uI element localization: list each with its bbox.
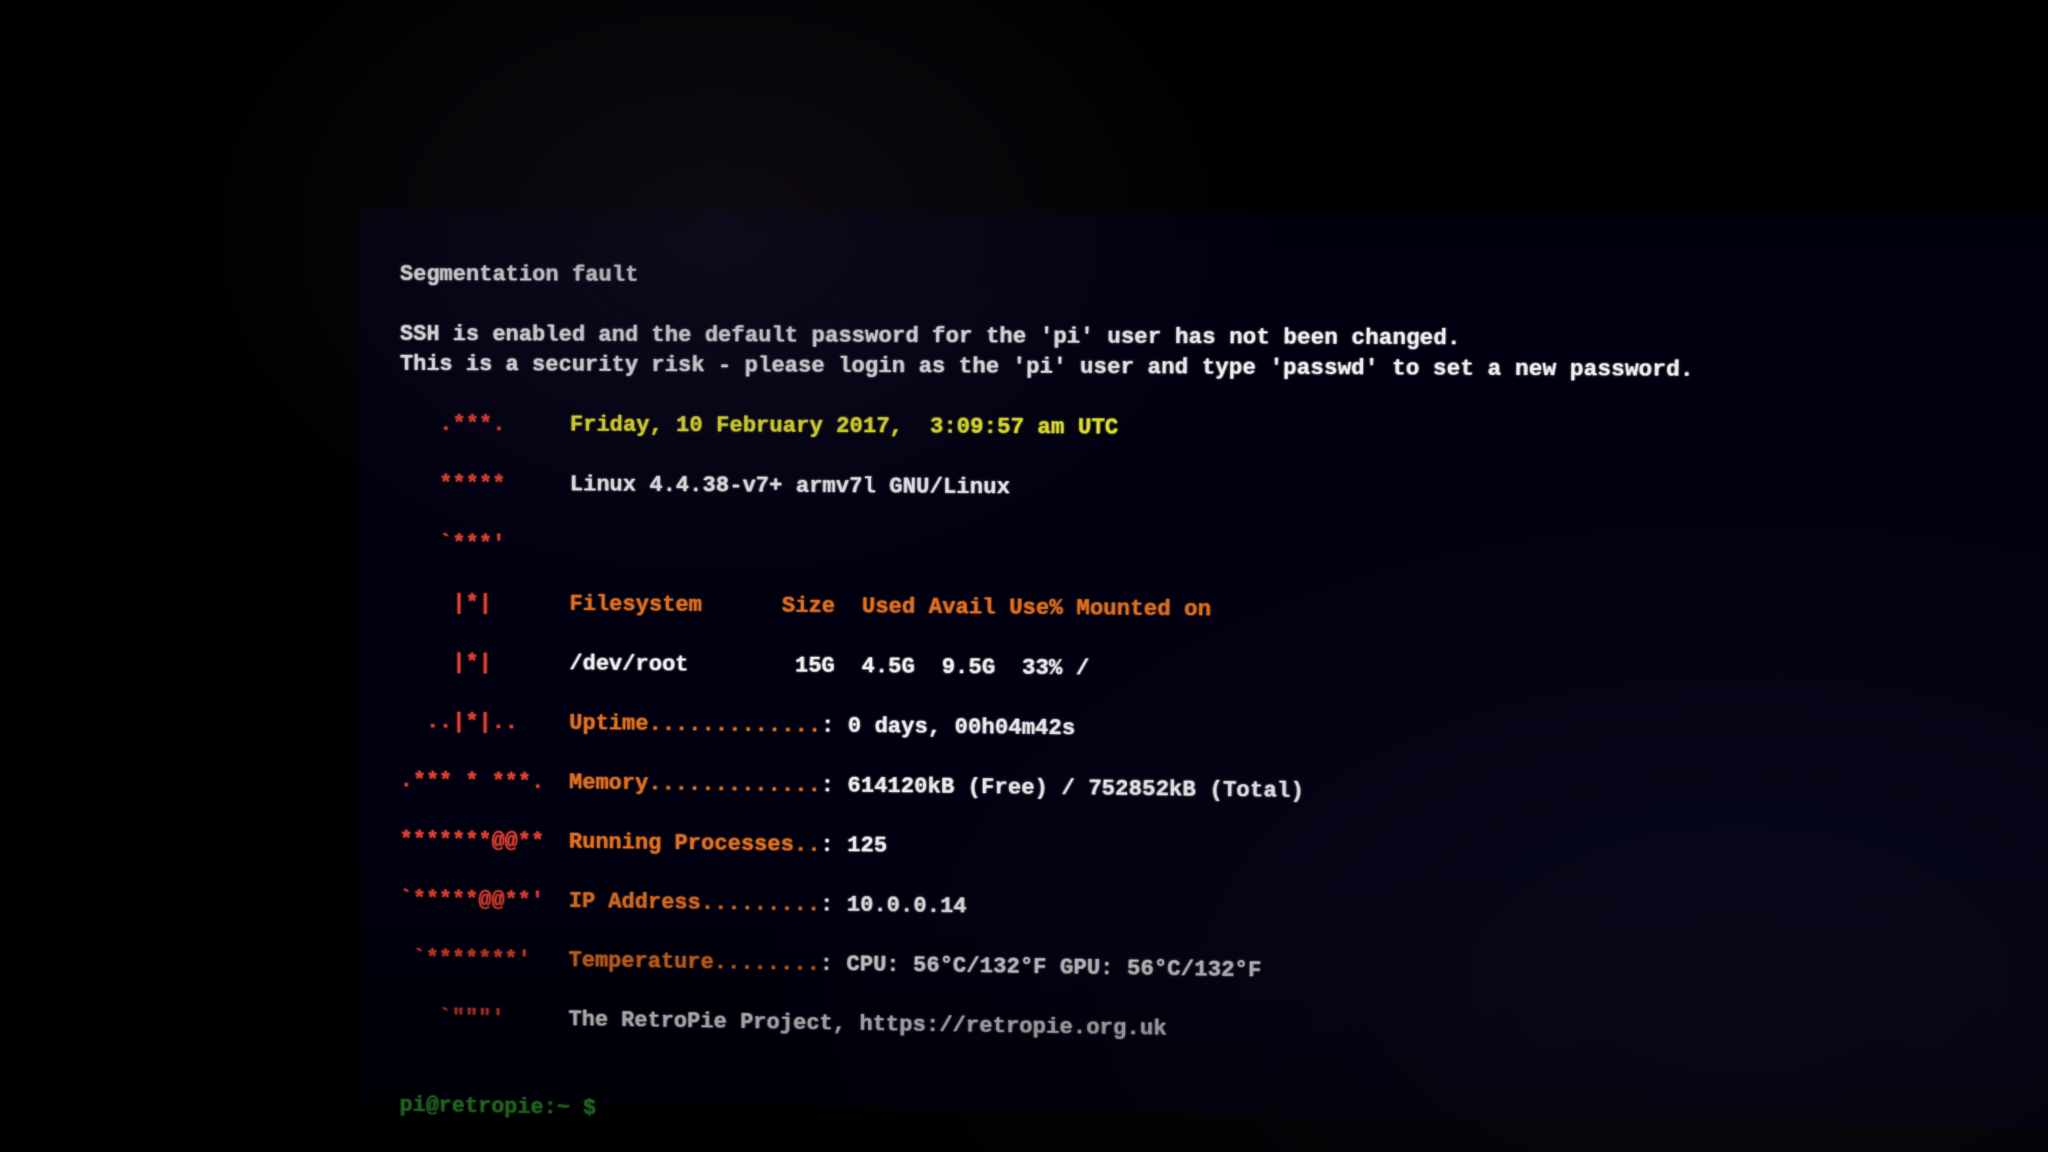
ascii-art-line: .***. <box>400 410 570 441</box>
ascii-art-line: `***' <box>400 529 570 560</box>
ascii-art-line: |*| <box>400 588 570 619</box>
processes-value: 125 <box>847 833 887 858</box>
fs-row: /dev/root 15G 4.5G 9.5G 33% / <box>569 651 1089 681</box>
processes-label: Running Processes.. <box>569 830 821 858</box>
ascii-art-line: .*** * ***. <box>400 766 569 798</box>
uptime-label: Uptime............. <box>569 711 821 739</box>
ssh-warning-line-1: SSH is enabled and the default password … <box>400 322 1461 351</box>
shell-prompt[interactable]: pi@retropie:~ $ <box>400 1093 610 1121</box>
temperature-label: Temperature........ <box>569 948 820 976</box>
kernel-line: Linux 4.4.38-v7+ armv7l GNU/Linux <box>570 470 1010 503</box>
ascii-art-line: `*****@@**' <box>400 885 569 917</box>
temperature-value: CPU: 56°C/132°F GPU: 56°C/132°F <box>846 952 1261 983</box>
memory-label: Memory............. <box>569 770 821 798</box>
segfault-line: Segmentation fault <box>400 262 639 288</box>
fs-header: Filesystem Size Used Avail Use% Mounted … <box>569 592 1211 623</box>
ascii-art-line: *******@@** <box>400 826 569 858</box>
ssh-warning-line-2: This is a security risk - please login a… <box>400 352 1694 383</box>
ascii-art-line: ***** <box>400 469 570 500</box>
ascii-art-line: ..|*|.. <box>400 707 570 739</box>
ascii-art-line: `*******' <box>400 944 569 976</box>
project-line: The RetroPie Project, https://retropie.o… <box>568 1005 1166 1044</box>
ascii-art-line: `"""' <box>400 1003 569 1035</box>
ascii-art-line: |*| <box>400 648 570 679</box>
uptime-value: 0 days, 00h04m42s <box>848 714 1076 741</box>
ip-value: 10.0.0.14 <box>847 893 967 919</box>
terminal-screen: Segmentation fault SSH is enabled and th… <box>360 210 2048 1130</box>
memory-value: 614120kB (Free) / 752852kB (Total) <box>847 774 1304 804</box>
ip-label: IP Address......... <box>569 889 820 917</box>
datetime-line: Friday, 10 February 2017, 3:09:57 am UTC <box>570 411 1119 444</box>
